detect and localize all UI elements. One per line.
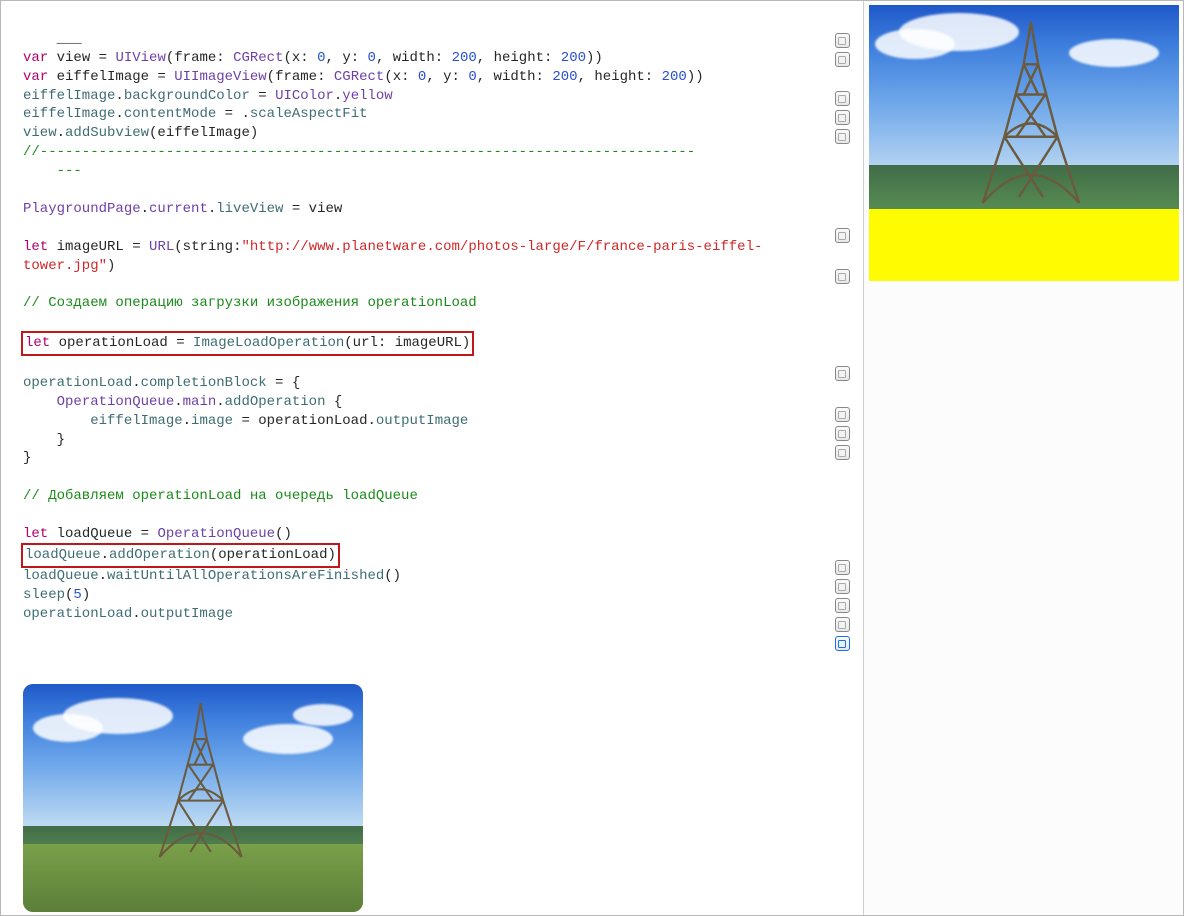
eiffel-tower-icon (944, 16, 1118, 209)
quicklook-icon[interactable] (835, 560, 850, 575)
quicklook-icon[interactable] (835, 366, 850, 381)
quicklook-icon[interactable] (835, 228, 850, 243)
code-editor[interactable]: ___ var view = UIView(frame: CGRect(x: 0… (1, 1, 821, 915)
quicklook-icon[interactable] (835, 91, 850, 106)
quicklook-icon[interactable] (835, 110, 850, 125)
eiffel-tower-icon (105, 698, 295, 862)
results-sidebar (821, 1, 863, 915)
quicklook-icon[interactable] (835, 33, 850, 48)
xcode-playground-window: ___ var view = UIView(frame: CGRect(x: 0… (0, 0, 1184, 916)
quicklook-icon[interactable] (835, 598, 850, 613)
highlight-operation-load-declaration: let operationLoad = ImageLoadOperation(u… (21, 331, 474, 356)
quicklook-icon-active[interactable] (835, 636, 850, 651)
live-view-image (869, 5, 1179, 281)
quicklook-icon[interactable] (835, 129, 850, 144)
quicklook-icon[interactable] (835, 445, 850, 460)
quicklook-icon[interactable] (835, 407, 850, 422)
inline-result-image (23, 684, 363, 912)
quicklook-icon[interactable] (835, 579, 850, 594)
quicklook-icon[interactable] (835, 426, 850, 441)
highlight-add-operation: loadQueue.addOperation(operationLoad) (21, 543, 340, 568)
quicklook-icon[interactable] (835, 52, 850, 67)
quicklook-icon[interactable] (835, 617, 850, 632)
quicklook-icon[interactable] (835, 269, 850, 284)
code-listing: ___ var view = UIView(frame: CGRect(x: 0… (23, 30, 815, 624)
live-view-panel (863, 1, 1183, 915)
